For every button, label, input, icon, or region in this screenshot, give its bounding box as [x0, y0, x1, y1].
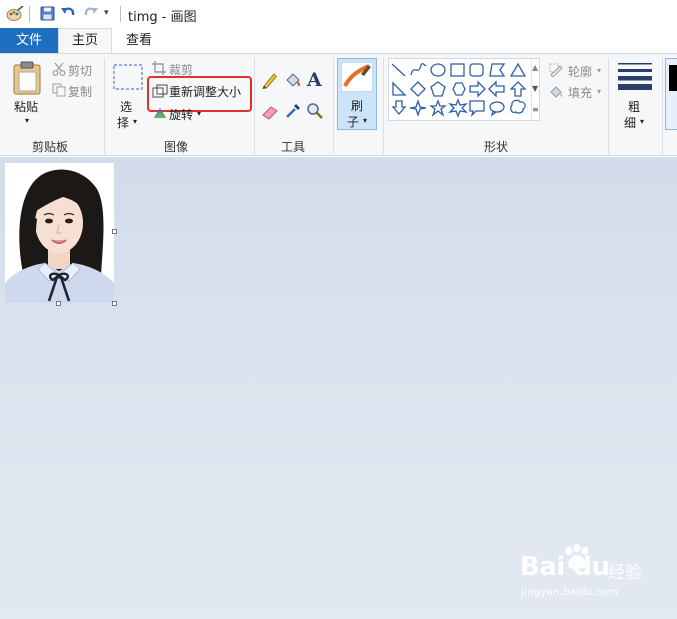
group-divider	[383, 58, 384, 154]
line-width-icon	[618, 63, 652, 90]
tab-file[interactable]: 文件	[0, 28, 58, 53]
brushes-label-1[interactable]: 刷	[351, 97, 363, 114]
size-button[interactable]: 粗 细 ▾	[612, 58, 660, 130]
undo-icon[interactable]	[60, 5, 76, 24]
watermark-url: jingyan.baidu.com	[521, 587, 619, 598]
text-tool-icon[interactable]: A	[306, 69, 324, 92]
outline-icon	[549, 63, 564, 80]
clipboard-group-label: 剪贴板	[32, 140, 69, 154]
rotate-icon	[152, 105, 168, 122]
divider	[29, 6, 30, 22]
resize-handle-corner[interactable]	[112, 301, 117, 306]
fill-button[interactable]: 填充	[568, 84, 592, 101]
fill-bucket-icon[interactable]	[284, 71, 302, 92]
group-divider	[104, 58, 105, 154]
outline-dropdown-arrow[interactable]: ▾	[597, 66, 601, 75]
tools-group-label: 工具	[281, 140, 306, 154]
magnifier-icon[interactable]	[306, 102, 324, 123]
fill-icon	[549, 84, 564, 101]
color1-swatch	[669, 65, 677, 91]
select-label-2[interactable]: 择	[117, 114, 129, 131]
paste-icon[interactable]	[12, 61, 42, 98]
eraser-icon[interactable]	[261, 104, 279, 123]
select-dropdown-arrow[interactable]: ▾	[133, 117, 137, 126]
shapes-scroll-up[interactable]: ▲	[532, 63, 538, 72]
group-divider	[608, 58, 609, 154]
copy-button[interactable]: 复制	[68, 83, 92, 100]
canvas-image[interactable]	[5, 163, 114, 303]
baidu-watermark: Bai du 经验 jingyan.baidu.com	[512, 544, 652, 608]
cut-button[interactable]: 剪切	[68, 62, 92, 79]
group-divider	[662, 58, 663, 154]
rotate-dropdown-arrow[interactable]: ▾	[197, 109, 201, 118]
paint-app-icon[interactable]	[6, 5, 24, 25]
shapes-group-label: 形状	[484, 140, 509, 154]
tab-view[interactable]: 查看	[114, 28, 164, 53]
brush-icon	[340, 61, 374, 95]
watermark-brand: 经验	[608, 563, 642, 583]
fill-dropdown-arrow[interactable]: ▾	[597, 87, 601, 96]
size-label-2: 细	[624, 116, 637, 130]
brushes-label-2[interactable]: 子	[347, 113, 359, 130]
paste-dropdown-arrow[interactable]: ▾	[25, 116, 29, 125]
size-label-1: 粗	[628, 100, 641, 114]
group-divider	[333, 58, 334, 154]
paste-label[interactable]: 粘贴	[14, 98, 38, 115]
save-icon[interactable]	[40, 6, 55, 24]
select-label-1[interactable]: 选	[120, 98, 132, 115]
outline-button[interactable]: 轮廓	[568, 63, 592, 80]
title-bar: ▾ timg - 画图	[0, 0, 677, 28]
scissors-icon	[52, 62, 66, 79]
tab-home[interactable]: 主页	[58, 28, 112, 54]
divider	[120, 6, 121, 22]
shapes-scroll-down[interactable]: ▼	[532, 84, 538, 93]
quick-access-menu-button[interactable]: ▾	[104, 8, 109, 18]
resize-handle-right[interactable]	[112, 229, 117, 234]
redo-icon[interactable]	[83, 5, 99, 24]
svg-text:A: A	[306, 69, 322, 89]
image-group-label: 图像	[164, 140, 189, 154]
watermark-logo: Bai du	[520, 552, 610, 582]
portrait-photo	[5, 163, 114, 303]
window-title: timg - 画图	[128, 10, 197, 25]
color-picker-icon[interactable]	[284, 102, 302, 123]
size-dropdown-arrow: ▾	[640, 117, 645, 126]
shapes-icons[interactable]	[390, 61, 530, 122]
shapes-expand-button[interactable]: ≡	[532, 105, 539, 114]
rotate-button[interactable]: 旋转	[169, 106, 193, 123]
brushes-dropdown-arrow[interactable]: ▾	[363, 116, 367, 125]
color1-button[interactable]	[665, 58, 677, 130]
resize-handle-bottom[interactable]	[56, 301, 61, 306]
group-divider	[254, 58, 255, 154]
pencil-icon[interactable]	[261, 71, 279, 92]
select-icon[interactable]	[113, 64, 143, 93]
copy-icon	[52, 83, 66, 100]
